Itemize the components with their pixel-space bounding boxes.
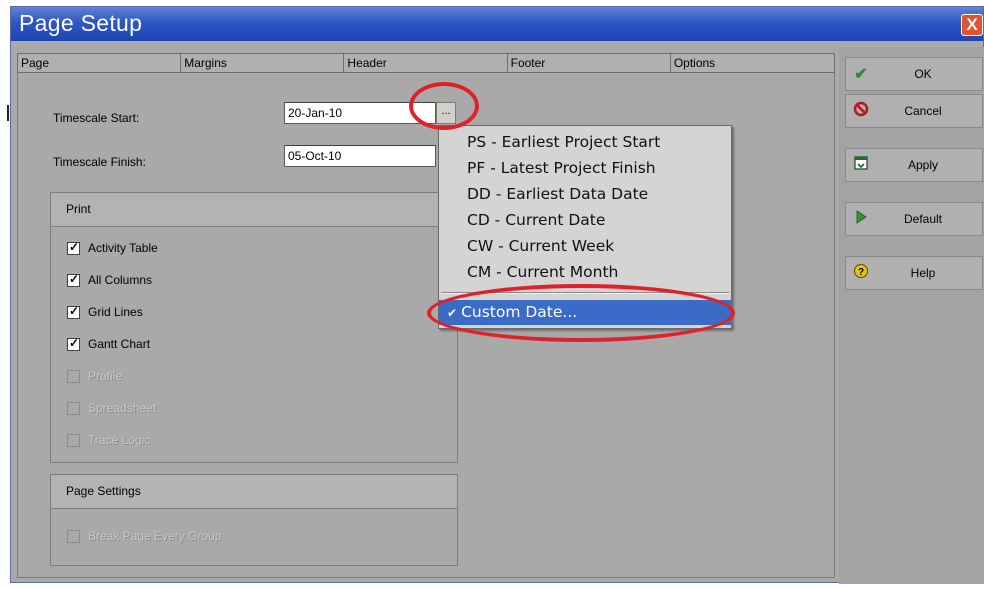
- checkbox-label: Break Page Every Group: [88, 529, 222, 543]
- menu-item-current-date[interactable]: CD - Current Date: [439, 208, 731, 233]
- title-bar: Page Setup X: [11, 7, 983, 41]
- print-group: Print Activity Table All Columns Grid Li…: [50, 192, 458, 463]
- ok-button-label: OK: [914, 67, 932, 81]
- tab-page[interactable]: Page: [18, 54, 182, 72]
- checkbox-box: [67, 369, 80, 383]
- checkbox-label: Profile: [88, 369, 123, 383]
- checkbox-box: [67, 401, 80, 415]
- break-page-every-group-checkbox: Break Page Every Group: [67, 528, 221, 544]
- checkbox-label: Grid Lines: [88, 305, 143, 319]
- apply-button[interactable]: Apply: [845, 148, 983, 182]
- checkbox-label: Gantt Chart: [88, 337, 151, 351]
- checkbox-box: [67, 433, 80, 447]
- checkbox-box: [67, 529, 80, 543]
- page-settings-group: Page Settings Break Page Every Group: [50, 474, 458, 566]
- checkmark-icon: ✔: [854, 66, 868, 83]
- apply-icon: [846, 155, 876, 176]
- menu-item-earliest-project-start[interactable]: PS - Earliest Project Start: [439, 130, 731, 155]
- cancel-icon: [846, 101, 876, 122]
- dialog-title: Page Setup: [19, 10, 143, 36]
- highlight-circle-custom-date: [427, 284, 735, 342]
- timescale-start-label: Timescale Start:: [53, 111, 140, 125]
- activity-table-checkbox[interactable]: Activity Table: [67, 240, 158, 256]
- checkbox-box[interactable]: [67, 240, 80, 255]
- menu-item-current-month[interactable]: CM - Current Month: [439, 260, 731, 285]
- checkbox-box[interactable]: [67, 272, 80, 287]
- menu-item-earliest-data-date[interactable]: DD - Earliest Data Date: [439, 182, 731, 207]
- action-button-column: ✔ OK Cancel Apply Default ? Help: [839, 47, 984, 584]
- cancel-button-label: Cancel: [904, 104, 942, 118]
- profile-checkbox: Profile: [67, 368, 122, 384]
- tab-options[interactable]: Options: [670, 54, 835, 72]
- checkbox-label: Spreadsheet: [88, 401, 157, 415]
- checkbox-label: All Columns: [88, 273, 153, 287]
- spreadsheet-checkbox: Spreadsheet: [67, 400, 156, 416]
- menu-item-latest-project-finish[interactable]: PF - Latest Project Finish: [439, 156, 731, 181]
- timescale-finish-label: Timescale Finish:: [53, 155, 146, 169]
- timescale-finish-field[interactable]: 05-Oct-10: [284, 145, 436, 167]
- svg-text:?: ?: [858, 267, 864, 278]
- menu-item-current-week[interactable]: CW - Current Week: [439, 234, 731, 259]
- gantt-chart-checkbox[interactable]: Gantt Chart: [67, 336, 150, 352]
- tab-footer[interactable]: Footer: [507, 54, 671, 72]
- default-button[interactable]: Default: [845, 202, 983, 236]
- checkbox-box[interactable]: [67, 336, 80, 351]
- help-button[interactable]: ? Help: [845, 256, 983, 290]
- checkbox-label: Trace Logic: [88, 433, 151, 447]
- checkbox-box[interactable]: [67, 304, 80, 319]
- trace-logic-checkbox: Trace Logic: [67, 432, 150, 448]
- tab-margins[interactable]: Margins: [181, 54, 345, 72]
- default-button-label: Default: [903, 212, 943, 226]
- help-button-label: Help: [910, 266, 936, 280]
- grid-lines-checkbox[interactable]: Grid Lines: [67, 304, 143, 320]
- cancel-button[interactable]: Cancel: [845, 94, 983, 128]
- stray-mark: [7, 105, 9, 121]
- tab-strip: Page Margins Header Footer Options: [17, 53, 835, 73]
- all-columns-checkbox[interactable]: All Columns: [67, 272, 152, 288]
- ok-button[interactable]: ✔ OK: [845, 57, 983, 91]
- page-settings-group-title: Page Settings: [51, 475, 457, 509]
- close-button[interactable]: X: [961, 14, 983, 36]
- help-icon: ?: [846, 263, 876, 284]
- print-group-title: Print: [51, 193, 457, 227]
- apply-button-label: Apply: [907, 158, 939, 172]
- tab-header[interactable]: Header: [344, 54, 508, 72]
- play-icon: [846, 209, 876, 229]
- checkbox-label: Activity Table: [88, 241, 158, 255]
- highlight-circle-ellipsis: [409, 82, 479, 130]
